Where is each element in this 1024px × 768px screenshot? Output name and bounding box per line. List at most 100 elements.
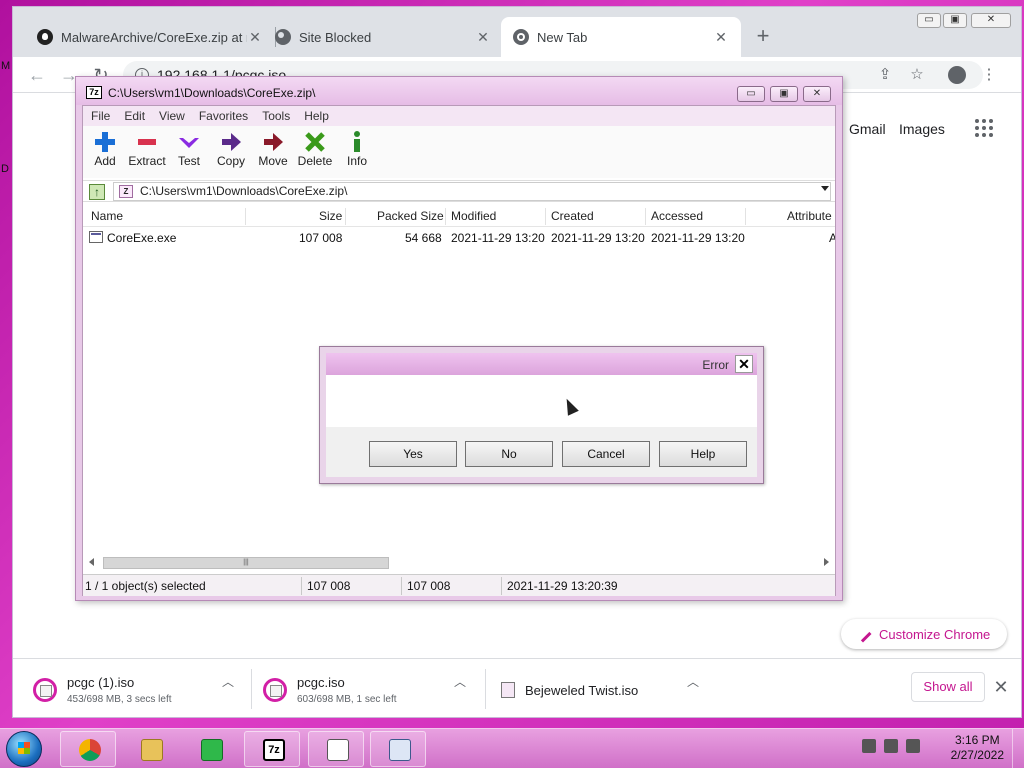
info-button[interactable]: Info (335, 130, 379, 174)
minimize-button[interactable]: ▭ (917, 13, 941, 28)
7zip-titlebar[interactable]: 7z C:\Users\vm1\Downloads\CoreExe.zip\ ▭… (76, 77, 842, 105)
close-icon[interactable]: ✕ (475, 29, 491, 46)
tab-site-blocked[interactable]: Site Blocked ✕ (263, 17, 503, 57)
menu-file[interactable]: File (91, 109, 110, 123)
bookmark-star-icon[interactable]: ☆ (905, 63, 929, 87)
download-item[interactable]: pcgc (1).iso 453/698 MB, 3 secs left (33, 669, 172, 711)
taskbar-7zip[interactable]: 7z (244, 731, 300, 767)
network-icon[interactable] (884, 739, 898, 753)
new-tab-button[interactable]: + (751, 25, 775, 49)
more-menu-icon[interactable]: ⋮ (977, 63, 1001, 87)
divider (301, 577, 302, 595)
7zip-toolbar: Add Extract Test Copy Move Delete Info (83, 126, 835, 178)
menu-favorites[interactable]: Favorites (199, 109, 248, 123)
volume-icon[interactable] (906, 739, 920, 753)
google-apps-icon[interactable] (975, 119, 995, 139)
chevron-up-icon[interactable]: ︿ (686, 673, 700, 690)
chevron-down-icon[interactable] (821, 186, 829, 191)
dialog-button-bar: Yes No Cancel Help (326, 427, 757, 477)
add-button[interactable]: Add (83, 130, 127, 174)
show-all-downloads-button[interactable]: Show all (911, 672, 985, 702)
dialog-titlebar[interactable]: Error ✕ (326, 353, 757, 375)
x-icon (293, 130, 337, 154)
action-center-flag-icon[interactable] (862, 739, 876, 753)
file-list-header: Name Size Packed Size Modified Created A… (83, 206, 835, 227)
scroll-right-arrow-icon[interactable] (824, 558, 829, 566)
menu-view[interactable]: View (159, 109, 185, 123)
start-button[interactable] (6, 731, 42, 767)
delete-button[interactable]: Delete (293, 130, 337, 174)
cell-accessed: 2021-11-29 13:20 (651, 231, 745, 245)
path-input[interactable]: C:\Users\vm1\Downloads\CoreExe.zip\ (113, 182, 831, 201)
extract-button[interactable]: Extract (125, 130, 169, 174)
column-divider (545, 208, 546, 225)
taskbar-notepad[interactable] (308, 731, 364, 767)
taskbar-file-explorer[interactable] (122, 731, 178, 767)
show-desktop-button[interactable] (1012, 729, 1024, 768)
profile-avatar[interactable] (945, 63, 969, 87)
pencil-icon (854, 625, 872, 643)
column-divider (645, 208, 646, 225)
download-filename: pcgc (1).iso (67, 675, 135, 690)
no-button[interactable]: No (465, 441, 553, 467)
menu-help[interactable]: Help (304, 109, 329, 123)
menu-edit[interactable]: Edit (124, 109, 145, 123)
close-icon[interactable]: ✕ (735, 355, 753, 373)
minimize-button[interactable]: ▭ (737, 86, 765, 102)
taskbar-media-player[interactable] (182, 731, 238, 767)
chevron-up-icon[interactable]: ︿ (221, 673, 235, 690)
customize-chrome-button[interactable]: Customize Chrome (841, 619, 1007, 649)
share-icon[interactable]: ⇪ (873, 63, 897, 87)
scroll-thumb[interactable]: ||| (103, 557, 389, 569)
download-item[interactable]: pcgc.iso 603/698 MB, 1 sec left (263, 669, 397, 711)
divider (485, 669, 486, 709)
column-header-accessed[interactable]: Accessed (651, 209, 703, 223)
minus-icon (125, 130, 169, 154)
cancel-button[interactable]: Cancel (562, 441, 650, 467)
close-icon[interactable]: ✕ (247, 29, 263, 46)
close-icon[interactable]: ✕ (989, 672, 1013, 702)
close-window-button[interactable]: ✕ (803, 86, 831, 102)
taskbar-window[interactable] (370, 731, 426, 767)
add-label: Add (94, 154, 116, 168)
download-shelf: pcgc (1).iso 453/698 MB, 3 secs left ︿ p… (13, 658, 1021, 717)
column-header-created[interactable]: Created (551, 209, 594, 223)
column-header-packed-size[interactable]: Packed Size (377, 209, 444, 223)
maximize-button[interactable]: ▣ (770, 86, 798, 102)
images-link[interactable]: Images (899, 121, 945, 137)
gmail-link[interactable]: Gmail (849, 121, 886, 137)
copy-label: Copy (216, 154, 245, 168)
column-header-name[interactable]: Name (91, 209, 123, 223)
folder-up-icon[interactable]: ↑ (89, 184, 105, 200)
close-icon[interactable]: ✕ (713, 29, 729, 46)
column-header-size[interactable]: Size (319, 209, 342, 223)
chevron-up-icon[interactable]: ︿ (453, 673, 467, 690)
help-button[interactable]: Help (659, 441, 747, 467)
close-window-button[interactable]: ✕ (971, 13, 1011, 28)
taskbar-chrome[interactable] (60, 731, 116, 767)
test-button[interactable]: Test (167, 130, 211, 174)
horizontal-scrollbar[interactable]: ||| (83, 554, 835, 571)
copy-button[interactable]: Copy (209, 130, 253, 174)
column-header-attribute[interactable]: Attribute (787, 209, 832, 223)
tab-malware-archive[interactable]: MalwareArchive/CoreExe.zip at m ✕ (25, 17, 275, 57)
test-label: Test (177, 154, 200, 168)
tab-new-tab[interactable]: New Tab ✕ (501, 17, 741, 57)
column-divider (445, 208, 446, 225)
menu-tools[interactable]: Tools (262, 109, 290, 123)
7zip-window: 7z C:\Users\vm1\Downloads\CoreExe.zip\ ▭… (75, 76, 843, 601)
divider (251, 669, 252, 709)
status-size: 107 008 (307, 579, 351, 593)
back-arrow-icon[interactable]: ← (25, 63, 49, 87)
move-button[interactable]: Move (251, 130, 295, 174)
desktop-icon-label-fragment: D (1, 163, 9, 175)
column-header-modified[interactable]: Modified (451, 209, 496, 223)
cell-modified: 2021-11-29 13:20 (451, 231, 545, 245)
window-title: C:\Users\vm1\Downloads\CoreExe.zip\ (108, 86, 316, 100)
maximize-button[interactable]: ▣ (943, 13, 967, 28)
yes-button[interactable]: Yes (369, 441, 457, 467)
download-item[interactable]: Bejeweled Twist.iso (501, 669, 638, 711)
table-row[interactable]: CoreExe.exe 107 008 54 668 2021-11-29 13… (83, 228, 835, 248)
taskbar-clock[interactable]: 3:16 PM 2/27/2022 (951, 733, 1004, 763)
scroll-left-arrow-icon[interactable] (89, 558, 94, 566)
